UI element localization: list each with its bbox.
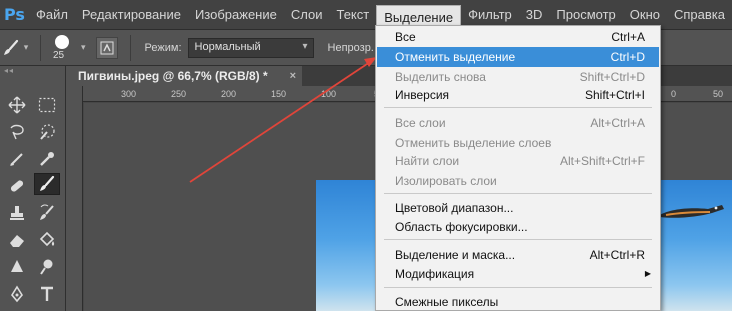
menu-file[interactable]: Файл (29, 0, 75, 30)
menu-edit[interactable]: Редактирование (75, 0, 188, 30)
ruler-tick: 50 (713, 89, 724, 99)
menu-item-select-and-mask[interactable]: Выделение и маска... Alt+Ctrl+R (377, 245, 659, 265)
divider (40, 34, 41, 61)
eraser-icon (10, 235, 24, 247)
menu-item-isolate-layers: Изолировать слои (395, 174, 497, 188)
menu-item-find-layers: Найти слои Alt+Shift+Ctrl+F (395, 154, 645, 168)
brush-preset-picker[interactable]: 25 (47, 30, 77, 66)
stamp-icon (10, 206, 24, 220)
menu-layers[interactable]: Слои (284, 0, 330, 30)
bandage-icon (10, 180, 24, 192)
menu-separator (384, 287, 652, 288)
history-brush-tool[interactable] (34, 202, 60, 224)
eyedropper-icon (40, 152, 54, 166)
menu-item-deselect[interactable]: Отменить выделение Ctrl+D (377, 47, 659, 67)
pen-nib-icon (10, 153, 23, 166)
rectangular-marquee-icon (38, 97, 56, 113)
quick-selection-icon (40, 124, 55, 140)
dodge-tool[interactable] (34, 256, 60, 278)
menu-image[interactable]: Изображение (188, 0, 284, 30)
crop-tool[interactable] (4, 148, 30, 170)
menu-separator (384, 239, 652, 240)
eyedropper-tool[interactable] (34, 148, 60, 170)
clone-stamp-tool[interactable] (4, 202, 30, 224)
quick-selection-tool[interactable] (34, 121, 60, 143)
menu-item-inverse[interactable]: Инверсия Shift+Ctrl+I (377, 85, 659, 105)
chevron-down-icon: ▾ (23, 42, 29, 52)
type-tool[interactable] (34, 283, 60, 305)
opacity-label: Непрозр. (327, 41, 374, 54)
menu-item-all-layers: Все слои Alt+Ctrl+A (395, 116, 645, 130)
eraser-tool[interactable] (4, 229, 30, 251)
document-tab[interactable]: Пигвины.jpeg @ 66,7% (RGB/8) * × (66, 66, 302, 86)
paint-bucket-tool[interactable] (34, 229, 60, 251)
brush-tool[interactable] (34, 173, 60, 195)
pen-tool[interactable] (4, 283, 30, 305)
menu-separator (384, 193, 652, 194)
close-icon[interactable]: × (290, 66, 296, 86)
menu-separator (384, 107, 652, 108)
menu-item-reselect: Выделить снова Shift+Ctrl+D (395, 70, 645, 84)
ruler-tick: 150 (271, 89, 287, 99)
lasso-tool[interactable] (4, 121, 30, 143)
document-title: Пигвины.jpeg @ 66,7% (RGB/8) * (78, 69, 268, 83)
lasso-icon (10, 124, 24, 140)
brush-panel-toggle[interactable] (95, 36, 118, 59)
panel-collapse-handle[interactable]: ◂◂ (0, 66, 65, 80)
vertical-ruler (66, 86, 83, 311)
paint-bucket-icon (39, 231, 55, 247)
brush-icon (40, 175, 55, 191)
menu-item-deselect-layers: Отменить выделение слоев (395, 136, 552, 150)
menu-help[interactable]: Справка (667, 0, 732, 30)
menu-item-focus-area[interactable]: Область фокусировки... (377, 217, 659, 237)
history-brush-icon (40, 204, 54, 220)
submenu-arrow-icon: ▶ (644, 269, 651, 278)
menu-item-grow[interactable]: Смежные пикселы (377, 292, 659, 311)
move-icon (8, 96, 26, 114)
menu-item-color-range[interactable]: Цветовой диапазон... (377, 198, 659, 218)
blur-drop-icon (11, 260, 23, 272)
brush-tip-preview (55, 34, 69, 49)
select-menu-dropdown: Все Ctrl+A Отменить выделение Ctrl+D Выд… (375, 25, 661, 311)
photoshop-logo: Ps (3, 5, 25, 24)
ruler-tick: 300 (121, 89, 137, 99)
type-icon (41, 286, 53, 301)
blend-mode-select[interactable]: Нормальный (187, 37, 314, 58)
mode-label: Режим: (144, 41, 182, 54)
menu-item-select-all[interactable]: Все Ctrl+A (377, 27, 659, 47)
chevron-down-icon[interactable]: ▾ (81, 42, 86, 53)
blur-tool[interactable] (4, 256, 30, 278)
marquee-tool[interactable] (34, 94, 60, 116)
move-tool[interactable] (4, 94, 30, 116)
ruler-tick: 250 (171, 89, 187, 99)
brush-panel-icon (100, 41, 114, 54)
divider (129, 34, 131, 61)
penguin-image-detail (660, 205, 724, 218)
ruler-tick: 0 (671, 89, 677, 99)
ruler-tick: 100 (321, 89, 337, 99)
brush-size-value: 25 (53, 49, 65, 61)
pen-icon (11, 285, 23, 303)
menu-item-modify[interactable]: Модификация ▶ (377, 264, 659, 284)
healing-brush-tool[interactable] (4, 175, 30, 197)
dodge-icon (40, 259, 53, 275)
tools-panel: ◂◂ (0, 66, 66, 311)
ruler-tick: 200 (221, 89, 237, 99)
brush-icon (3, 39, 18, 55)
menu-type[interactable]: Текст (329, 0, 376, 30)
tool-preset-picker[interactable]: ▾ (0, 30, 34, 66)
photoshop-window: Ps Файл Редактирование Изображение Слои … (0, 0, 732, 311)
